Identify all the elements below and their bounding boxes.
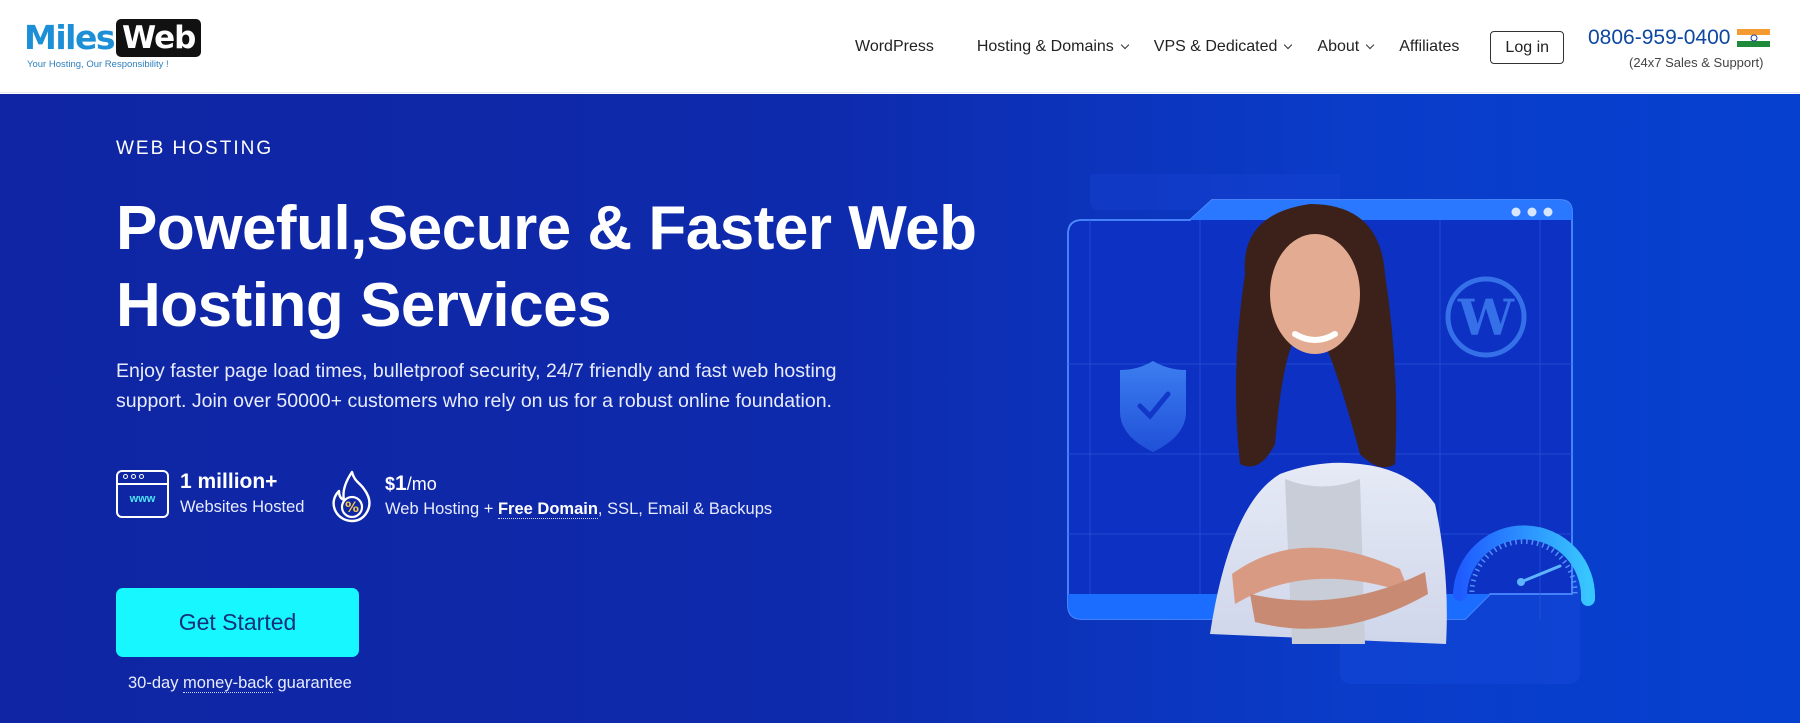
chevron-down-icon (1365, 40, 1375, 49)
main-nav: WordPress Hosting & Domains VPS & Dedica… (855, 0, 1565, 93)
get-started-button[interactable]: Get Started (116, 588, 359, 657)
svg-text:W: W (1457, 288, 1515, 347)
hero-illustration: W (1067, 174, 1596, 684)
chevron-down-icon (1284, 40, 1293, 49)
stat-websites-hosted: www 1 million+ Websites Hosted (116, 469, 304, 519)
logo-text-web: Web (116, 19, 202, 57)
support-note: (24x7 Sales & Support) (1629, 55, 1764, 70)
chevron-down-icon (1120, 40, 1130, 49)
hero-eyebrow: WEB HOSTING (116, 138, 274, 159)
stat-subtext: Websites Hosted (180, 498, 305, 516)
nav-item-wordpress[interactable]: WordPress (855, 38, 934, 56)
nav-item-affiliates[interactable]: Affiliates (1399, 38, 1459, 56)
hero-section: WEB HOSTING Poweful,Secure & Faster Web … (0, 94, 1800, 723)
nav-label: Hosting & Domains (976, 37, 1114, 55)
browser-www-icon: www (116, 470, 169, 518)
stat-price: % $1/mo Web Hosting + Free Domain, SSL, … (330, 469, 772, 523)
contact-block: 0806-959-0400 (24x7 Sales & Support) (1588, 26, 1771, 70)
nav-item-hosting-domains[interactable]: Hosting & Domains (976, 37, 1130, 56)
phone-number: 0806-959-0400 (1588, 26, 1731, 49)
logo-text-miles: Miles (24, 18, 116, 57)
india-flag-icon (1737, 28, 1771, 48)
wordpress-icon: W (1445, 276, 1527, 358)
hero-description: Enjoy faster page load times, bulletproo… (116, 360, 837, 412)
nav-label: About (1317, 37, 1360, 55)
money-back-link[interactable]: money-back (183, 674, 273, 693)
price-subtext: Web Hosting + Free Domain, SSL, Email & … (385, 500, 773, 519)
fire-percent-icon: % (332, 470, 371, 523)
logo-tagline: Your Hosting, Our Responsibility ! (27, 59, 169, 70)
guarantee-note: 30-day money-back guarantee (128, 674, 352, 693)
window-dot (1527, 207, 1537, 217)
svg-text:%: % (345, 500, 359, 516)
site-header: Miles Web Your Hosting, Our Responsibili… (0, 0, 1800, 93)
phone-number-link[interactable]: 0806-959-0400 (1588, 26, 1771, 50)
nav-item-about[interactable]: About (1317, 37, 1375, 56)
price-headline: $1/mo (385, 472, 437, 495)
window-dot (1511, 207, 1521, 217)
hero-title: Poweful,Secure & Faster Web Hosting Serv… (116, 194, 977, 340)
nav-label: WordPress (855, 37, 934, 55)
login-button[interactable]: Log in (1490, 31, 1565, 64)
free-domain-link[interactable]: Free Domain (497, 500, 598, 519)
nav-item-vps-dedicated[interactable]: VPS & Dedicated (1153, 37, 1293, 56)
nav-label: VPS & Dedicated (1153, 37, 1278, 55)
window-dot (1543, 207, 1553, 217)
mileswebs-logo[interactable]: Miles Web Your Hosting, Our Responsibili… (24, 18, 202, 71)
nav-label: Affiliates (1399, 37, 1460, 55)
stat-headline: 1 million+ (180, 470, 278, 493)
